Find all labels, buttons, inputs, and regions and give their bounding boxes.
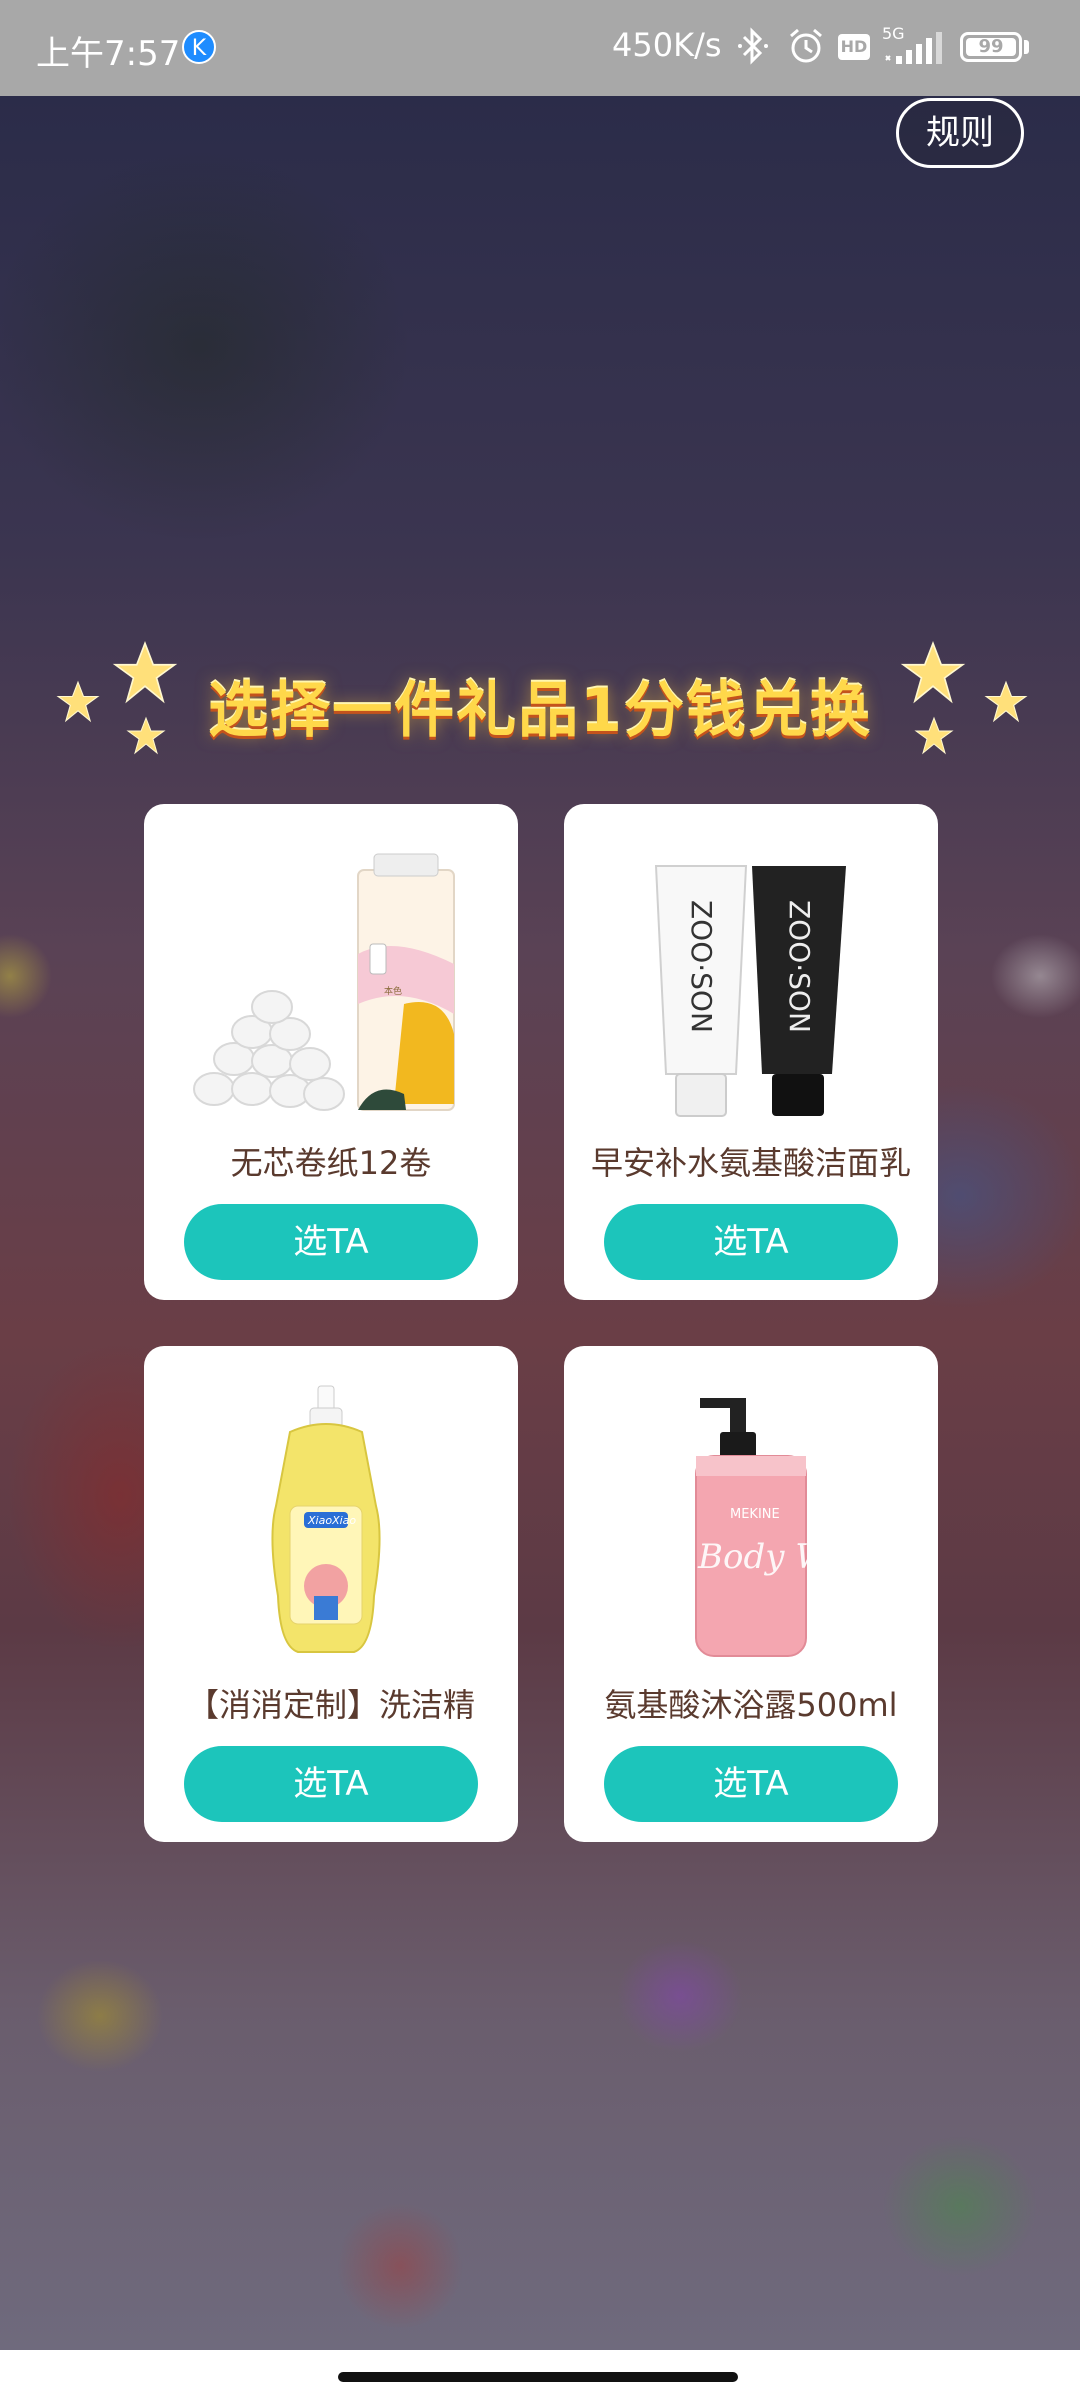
product-card-tissue[interactable]: 本色 无芯卷纸12卷 选TA (144, 804, 518, 1300)
alarm-icon (790, 28, 822, 63)
product-name: 【消消定制】洗洁精750g (186, 1686, 475, 1724)
product-image-tissue: 本色 (193, 853, 455, 1111)
product-card-body-wash[interactable]: MEKINE Body Wash 氨基酸沐浴露500ml 选TA (564, 1346, 938, 1842)
product-name: 无芯卷纸12卷 (230, 1144, 432, 1182)
svg-text:XiaoXiao: XiaoXiao (307, 1514, 356, 1527)
battery-icon: 99 (960, 32, 1022, 62)
home-indicator[interactable] (338, 2372, 738, 2382)
battery-tip (1024, 40, 1029, 54)
star-icon (56, 680, 100, 723)
battery-level: 99 (966, 38, 1016, 56)
status-time: 上午7:57 (36, 34, 181, 74)
signal-icon (885, 32, 942, 64)
screen: 上午7:57 K 450K/s HD 5G 99 规则 选择一件礼品1分钱兑换 … (0, 0, 1080, 2400)
hd-icon: HD (838, 34, 870, 60)
select-button[interactable]: 选TA (604, 1746, 898, 1822)
rules-button[interactable]: 规则 (896, 98, 1024, 168)
star-icon (112, 641, 178, 704)
product-image-dish-soap: XiaoXiao (271, 1385, 381, 1653)
page-title: 选择一件礼品1分钱兑换 (208, 676, 872, 746)
product-name: 氨基酸沐浴露500ml (604, 1686, 898, 1724)
select-button[interactable]: 选TA (604, 1204, 898, 1280)
title-banner: 选择一件礼品1分钱兑换 (0, 640, 1080, 770)
product-name: 早安补水氨基酸洁面乳 (590, 1144, 911, 1182)
svg-text:MEKINE: MEKINE (730, 1507, 780, 1522)
product-card-dish-soap[interactable]: XiaoXiao 【消消定制】洗洁精750g 选TA (144, 1346, 518, 1842)
select-button[interactable]: 选TA (184, 1746, 478, 1822)
star-icon (126, 716, 166, 755)
product-image-cleanser: ZOO·SON ZOO·SON (654, 865, 846, 1117)
network-speed: 450K/s (612, 26, 722, 64)
bluetooth-icon (738, 27, 768, 65)
product-card-cleanser[interactable]: ZOO·SON ZOO·SON 早安补水氨基酸洁面乳 选TA (564, 804, 938, 1300)
svg-text:ZOO·SON: ZOO·SON (783, 900, 816, 1033)
svg-text:本色: 本色 (384, 985, 402, 997)
product-image-body-wash: MEKINE Body Wash (695, 1398, 887, 1657)
svg-text:Body Wash: Body Wash (697, 1537, 887, 1577)
star-icon (914, 716, 954, 755)
star-icon (900, 641, 966, 704)
select-button[interactable]: 选TA (184, 1204, 478, 1280)
k-app-icon: K (182, 30, 216, 64)
star-icon (984, 680, 1028, 723)
status-bar: 上午7:57 K 450K/s HD 5G 99 (0, 0, 1080, 96)
svg-text:ZOO·SON: ZOO·SON (685, 900, 718, 1033)
